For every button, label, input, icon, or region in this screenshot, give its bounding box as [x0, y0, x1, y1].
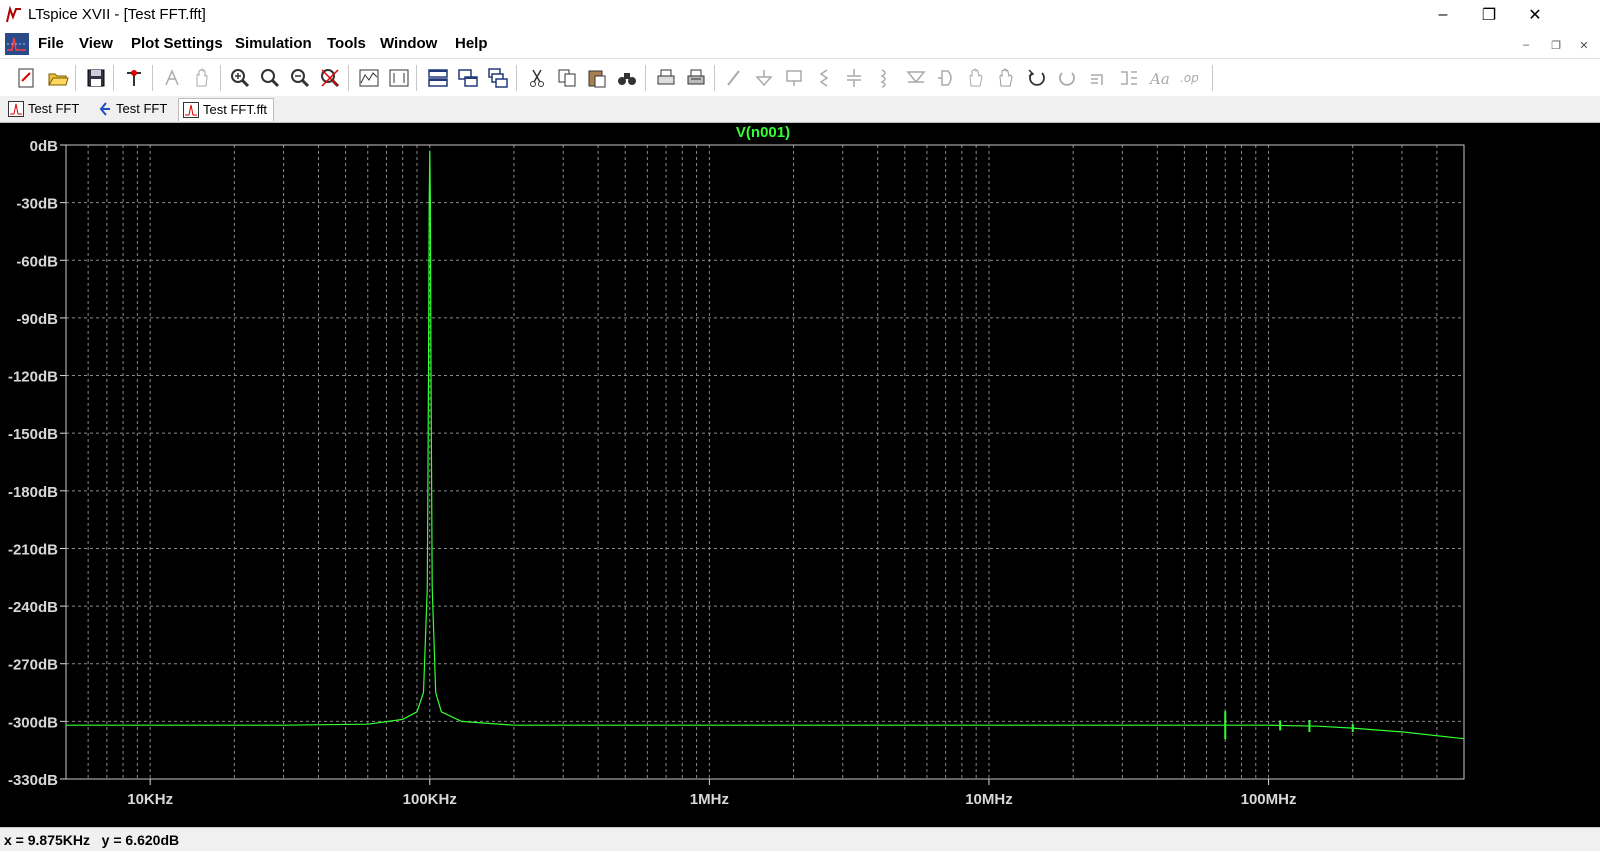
mdi-minimize-button[interactable]: – — [1514, 35, 1538, 55]
ground-icon[interactable] — [752, 66, 776, 90]
tab-label: Test FFT.fft — [203, 102, 268, 117]
run-icon[interactable] — [160, 66, 184, 90]
redo-icon[interactable] — [1055, 66, 1079, 90]
zoom-full-icon[interactable] — [258, 66, 282, 90]
waveform-icon — [8, 101, 24, 117]
y-tick-label: 0dB — [30, 138, 59, 155]
menu-plot-settings[interactable]: Plot Settings — [131, 35, 223, 52]
y-tick-label: -210dB — [8, 541, 58, 558]
resistor-icon[interactable] — [812, 66, 836, 90]
diode-icon[interactable] — [904, 66, 928, 90]
plot-frame — [65, 144, 1465, 780]
rotate-icon[interactable] — [1087, 66, 1111, 90]
menu-bar: File View Plot Settings Simulation Tools… — [0, 30, 1600, 58]
svg-text:Aa: Aa — [1148, 70, 1170, 88]
new-schematic-icon[interactable] — [14, 66, 38, 90]
copy-icon[interactable] — [555, 66, 579, 90]
mirror-icon[interactable] — [1117, 66, 1141, 90]
print-preview-icon[interactable] — [654, 66, 678, 90]
menu-help[interactable]: Help — [455, 35, 488, 52]
tab-test-fft-fft[interactable]: Test FFT.fft — [178, 98, 275, 121]
spice-directive-icon[interactable]: .op — [1178, 66, 1202, 90]
find-icon[interactable] — [615, 66, 639, 90]
capacitor-icon[interactable] — [842, 66, 866, 90]
autorange-icon[interactable] — [357, 66, 381, 90]
tile-vertical-icon[interactable] — [456, 66, 480, 90]
menu-file[interactable]: File — [38, 35, 64, 52]
text-icon[interactable]: Aa — [1147, 66, 1171, 90]
restore-button[interactable]: ❐ — [1466, 0, 1512, 30]
fft-plot[interactable]: 0dB -30dB -60dB -90dB -120dB -150dB -180dB -210… — [0, 123, 1600, 827]
zoom-out-icon[interactable] — [288, 66, 312, 90]
svg-text:.op: .op — [1180, 71, 1199, 85]
cursor-y: y = 6.620dB — [101, 832, 180, 848]
mdi-close-button[interactable]: ✕ — [1572, 35, 1596, 55]
x-tick-label: 100KHz — [403, 791, 457, 808]
y-tick-label: -180dB — [8, 484, 58, 501]
schematic-icon — [99, 102, 110, 116]
toolbar: Aa .op — [0, 58, 1600, 98]
y-tick-label: -150dB — [8, 426, 58, 443]
cascade-icon[interactable] — [486, 66, 510, 90]
label-icon[interactable] — [782, 66, 806, 90]
x-tick-label: 100MHz — [1241, 791, 1297, 808]
y-tick-label: -60dB — [16, 253, 58, 270]
trace-v-n001[interactable] — [66, 150, 1465, 740]
trace-label[interactable]: V(n001) — [736, 124, 790, 141]
tab-test-fft-waveform[interactable]: Test FFT — [4, 98, 85, 120]
y-tick-label: -90dB — [16, 311, 58, 328]
document-waveform-icon[interactable] — [4, 32, 30, 56]
wire-icon[interactable] — [722, 66, 746, 90]
cursor-x: x = 9.875KHz — [4, 832, 90, 848]
tab-test-fft-schematic[interactable]: Test FFT — [92, 98, 173, 120]
menu-window[interactable]: Window — [380, 35, 437, 52]
close-button[interactable]: ✕ — [1512, 0, 1558, 30]
annotation-icon[interactable] — [387, 66, 411, 90]
tab-label: Test FFT — [116, 101, 168, 116]
paste-icon[interactable] — [585, 66, 609, 90]
drag-icon[interactable] — [994, 66, 1018, 90]
menu-view[interactable]: View — [79, 35, 113, 52]
zoom-cancel-icon[interactable] — [318, 66, 342, 90]
open-icon[interactable] — [46, 66, 70, 90]
y-tick-label: -300dB — [8, 714, 58, 731]
mdi-restore-button[interactable]: ❐ — [1544, 35, 1568, 55]
save-icon[interactable] — [84, 66, 108, 90]
tab-label: Test FFT — [28, 101, 80, 116]
control-panel-icon[interactable] — [122, 66, 146, 90]
ltspice-logo-icon — [6, 5, 21, 23]
y-tick-label: -30dB — [16, 196, 58, 213]
y-tick-label: -240dB — [8, 599, 58, 616]
x-tick-label: 10MHz — [965, 791, 1013, 808]
waveform-icon — [183, 102, 199, 118]
menu-simulation[interactable]: Simulation — [235, 35, 312, 52]
y-tick-label: -330dB — [8, 772, 58, 789]
menu-tools[interactable]: Tools — [327, 35, 366, 52]
cut-icon[interactable] — [525, 66, 549, 90]
print-icon[interactable] — [684, 66, 708, 90]
component-icon[interactable] — [934, 66, 958, 90]
x-tick-label: 1MHz — [690, 791, 729, 808]
status-bar: x = 9.875KHz y = 6.620dB — [0, 827, 1600, 851]
waveform-viewer[interactable]: 0dB -30dB -60dB -90dB -120dB -150dB -180dB -210… — [0, 123, 1600, 827]
x-tick-label: 10KHz — [127, 791, 173, 808]
title-bar: LTspice XVII - [Test FFT.fft] – ❐ ✕ — [0, 0, 1600, 30]
tile-horizontal-icon[interactable] — [426, 66, 450, 90]
move-icon[interactable] — [964, 66, 988, 90]
y-tick-label: -270dB — [8, 657, 58, 674]
y-tick-label: -120dB — [8, 369, 58, 386]
zoom-in-icon[interactable] — [228, 66, 252, 90]
halt-icon[interactable] — [190, 66, 214, 90]
minimize-button[interactable]: – — [1420, 0, 1466, 30]
cursor-readout: x = 9.875KHz y = 6.620dB — [4, 832, 179, 848]
window-title: LTspice XVII - [Test FFT.fft] — [28, 6, 206, 23]
inductor-icon[interactable] — [872, 66, 896, 90]
undo-icon[interactable] — [1025, 66, 1049, 90]
document-tabs: Test FFT Test FFT Test FFT.fft — [0, 96, 1600, 123]
